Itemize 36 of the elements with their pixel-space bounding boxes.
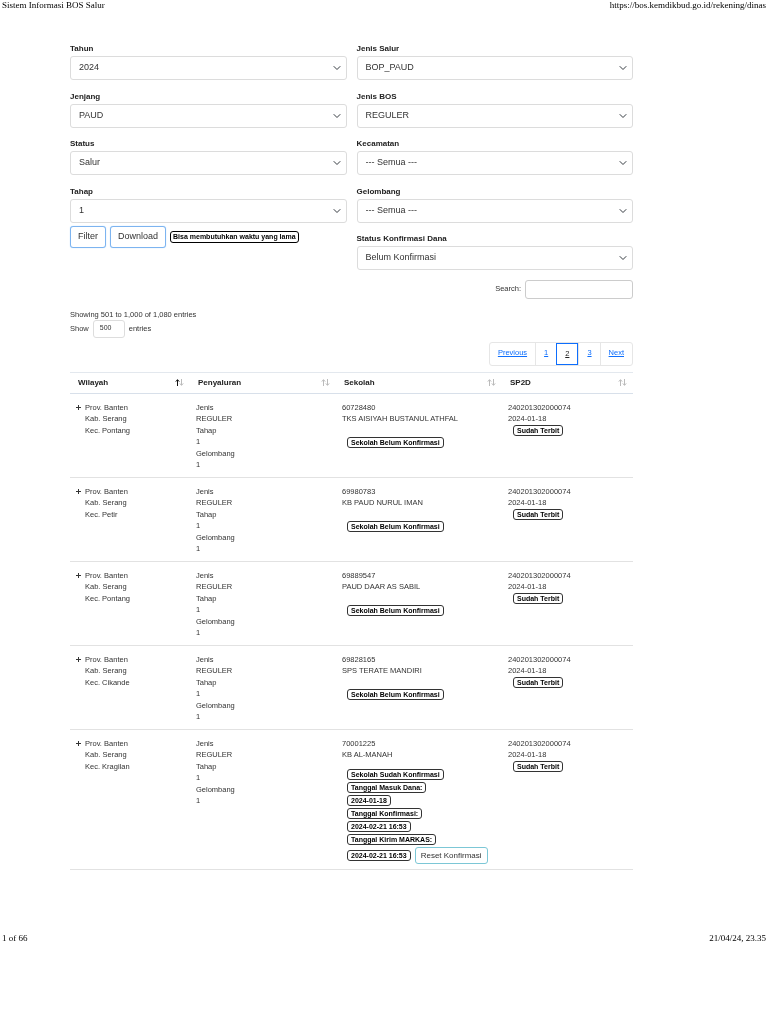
sort-icon[interactable]	[175, 379, 184, 386]
field-label: Tahap	[70, 185, 94, 198]
dropdown[interactable]: 2024	[70, 56, 347, 80]
field-label: Gelombang	[356, 185, 402, 198]
field-label: Kecamatan	[356, 138, 401, 150]
dropdown[interactable]: 1	[70, 198, 347, 223]
print-date: 21/04/24, 23.35	[709, 931, 766, 945]
dropdown[interactable]: PAUD	[70, 103, 347, 128]
column-header[interactable]: Penyaluran	[190, 371, 336, 394]
dropdown[interactable]: --- Semua ---	[356, 198, 633, 223]
plus-icon[interactable]	[76, 656, 81, 662]
dropdown[interactable]: --- Semua ---	[356, 151, 633, 175]
field-label: Jenis Salur	[356, 43, 401, 55]
field-label: Jenjang	[70, 90, 102, 103]
column-header[interactable]: SP2D	[502, 371, 633, 394]
plus-icon[interactable]	[76, 488, 81, 494]
search-field[interactable]	[525, 279, 633, 299]
filter-button[interactable]: Filter	[70, 226, 106, 248]
field-label: Tahun	[70, 43, 95, 55]
dropdown[interactable]: Salur	[70, 151, 347, 175]
field-label: Status Konfirmasi Dana	[356, 233, 448, 245]
plus-icon[interactable]	[76, 572, 81, 578]
field-label: Status	[70, 138, 96, 150]
plus-icon[interactable]	[76, 404, 81, 410]
page-title: Sistem Informasi BOS Salur	[2, 0, 105, 12]
column-header[interactable]: Wilayah	[70, 371, 190, 394]
download-button[interactable]: Download	[110, 226, 167, 248]
dropdown[interactable]: Belum Konfirmasi	[356, 246, 633, 270]
page-url: https://bos.kemdikbud.go.id/rekening/dinas	[609, 0, 766, 12]
page-number: 1 of 66	[2, 931, 28, 945]
plus-icon[interactable]	[76, 740, 81, 746]
reset-confirmation-button[interactable]: Reset Konfirmasi	[414, 846, 488, 864]
dropdown[interactable]: REGULER	[356, 103, 633, 128]
dropdown[interactable]: BOP_PAUD	[356, 56, 633, 80]
field-label: Jenis BOS	[356, 90, 398, 103]
column-header[interactable]: Sekolah	[336, 371, 502, 394]
